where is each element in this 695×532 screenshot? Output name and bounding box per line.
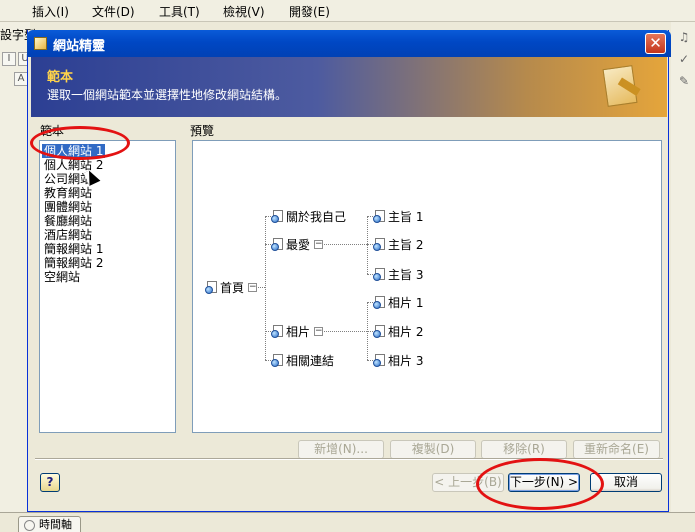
app-right-toolbar: ♫ ✓ ✎ (671, 22, 695, 512)
web-page-icon (271, 324, 284, 338)
close-button[interactable]: ✕ (645, 33, 666, 54)
italic-button[interactable]: I (2, 52, 16, 66)
highlight-ellipse-next (476, 458, 604, 510)
tree-node-label: 主旨 2 (388, 237, 424, 252)
tree-node-about[interactable]: 關於我自己 (271, 208, 346, 224)
collapse-icon[interactable]: − (314, 239, 324, 249)
tree-node-label: 主旨 3 (388, 267, 424, 282)
tools-icon[interactable]: ✎ (677, 74, 691, 88)
template-item-presentation-1[interactable]: 簡報網站 1 (44, 242, 103, 256)
tree-connector (324, 244, 367, 245)
collapse-icon[interactable]: − (314, 326, 324, 336)
tree-connector (265, 216, 266, 360)
web-page-icon (373, 267, 386, 281)
template-item-group[interactable]: 團體網站 (44, 200, 92, 214)
dialog-title: 網站精靈 (53, 39, 106, 54)
tree-node-label: 最愛 (286, 237, 311, 252)
timeline-tab[interactable]: 時間軸 (18, 516, 81, 532)
web-page-icon (271, 353, 284, 367)
web-page-icon (373, 209, 386, 223)
menu-develop[interactable]: 開發(E) (289, 3, 330, 20)
banner-subtitle: 選取一個網站範本並選擇性地修改網站結構。 (47, 88, 288, 102)
tree-node-photo-1[interactable]: 相片 1 (373, 294, 423, 310)
remove-page-button[interactable]: 移除(R) (481, 440, 567, 459)
tree-connector (367, 216, 368, 274)
tree-node-label: 相關連結 (286, 353, 335, 368)
tree-node-label: 關於我自己 (286, 209, 347, 224)
template-item-presentation-2[interactable]: 簡報網站 2 (44, 256, 103, 270)
tree-node-home[interactable]: 首頁 − (205, 279, 258, 295)
tree-node-photo-3[interactable]: 相片 3 (373, 352, 423, 368)
menu-tools[interactable]: 工具(T) (159, 3, 200, 20)
template-listbox[interactable]: 個人網站 1 個人網站 2 公司網站 教育網站 團體網站 餐廳網站 酒店網站 簡… (39, 140, 176, 433)
tree-node-favorites[interactable]: 最愛 − (271, 236, 324, 252)
wizard-banner: 範本 選取一個網站範本並選擇性地修改網站結構。 (31, 57, 667, 117)
tree-node-photos[interactable]: 相片 − (271, 323, 324, 339)
collapse-icon[interactable]: − (248, 282, 258, 292)
tree-node-label: 首頁 (220, 280, 245, 295)
font-color-button[interactable]: A (14, 72, 28, 86)
preview-label: 預覽 (190, 124, 215, 138)
tree-node-label: 主旨 1 (388, 209, 424, 224)
web-page-icon (373, 353, 386, 367)
tree-node-topic-2[interactable]: 主旨 2 (373, 236, 423, 252)
tree-node-label: 相片 3 (388, 353, 424, 368)
app-left-toolbar (0, 22, 30, 512)
dialog-separator (35, 458, 663, 460)
menu-insert[interactable]: 插入(I) (32, 3, 69, 20)
site-structure-preview[interactable]: 首頁 − 關於我自己 最愛 − 相片 − 相關連結 主旨 1 主旨 2 主旨 3… (192, 140, 662, 433)
web-page-icon (271, 237, 284, 251)
tree-node-label: 相片 (286, 324, 311, 339)
menu-file[interactable]: 文件(D) (92, 3, 135, 20)
web-page-icon (373, 324, 386, 338)
highlight-ellipse-template (30, 126, 130, 160)
copy-page-button[interactable]: 複製(D) (390, 440, 476, 459)
menu-view[interactable]: 檢視(V) (223, 3, 265, 20)
tree-node-links[interactable]: 相關連結 (271, 352, 334, 368)
tree-node-label: 相片 2 (388, 324, 424, 339)
web-page-icon (205, 280, 218, 294)
rename-page-button[interactable]: 重新命名(E) (573, 440, 660, 459)
add-page-button[interactable]: 新增(N)... (298, 440, 384, 459)
tree-node-label: 相片 1 (388, 295, 424, 310)
template-item-restaurant[interactable]: 餐廳網站 (44, 214, 92, 228)
web-page-icon (271, 209, 284, 223)
wizard-icon (34, 37, 47, 50)
web-page-icon (373, 295, 386, 309)
toolbar-glyph-icon[interactable]: ♫ (677, 30, 691, 44)
dialog-titlebar[interactable]: 網站精靈 ✕ (27, 30, 671, 57)
site-wizard-dialog: 網站精靈 ✕ 範本 選取一個網站範本並選擇性地修改網站結構。 範本 預覽 個人網… (27, 30, 671, 512)
tree-node-topic-1[interactable]: 主旨 1 (373, 208, 423, 224)
check-icon[interactable]: ✓ (677, 52, 691, 66)
tree-node-photo-2[interactable]: 相片 2 (373, 323, 423, 339)
app-menubar: 插入(I) 文件(D) 工具(T) 檢視(V) 開發(E) (0, 0, 695, 22)
tree-node-topic-3[interactable]: 主旨 3 (373, 266, 423, 282)
template-item-education[interactable]: 教育網站 (44, 186, 92, 200)
tree-connector (324, 331, 367, 332)
banner-title: 範本 (47, 70, 74, 85)
template-item-hotel[interactable]: 酒店網站 (44, 228, 92, 242)
help-button[interactable]: ? (40, 473, 60, 492)
template-item-blank[interactable]: 空網站 (44, 270, 80, 284)
wizard-graphic-icon (602, 65, 638, 107)
status-bar: 時間軸 (0, 512, 695, 532)
web-page-icon (373, 237, 386, 251)
